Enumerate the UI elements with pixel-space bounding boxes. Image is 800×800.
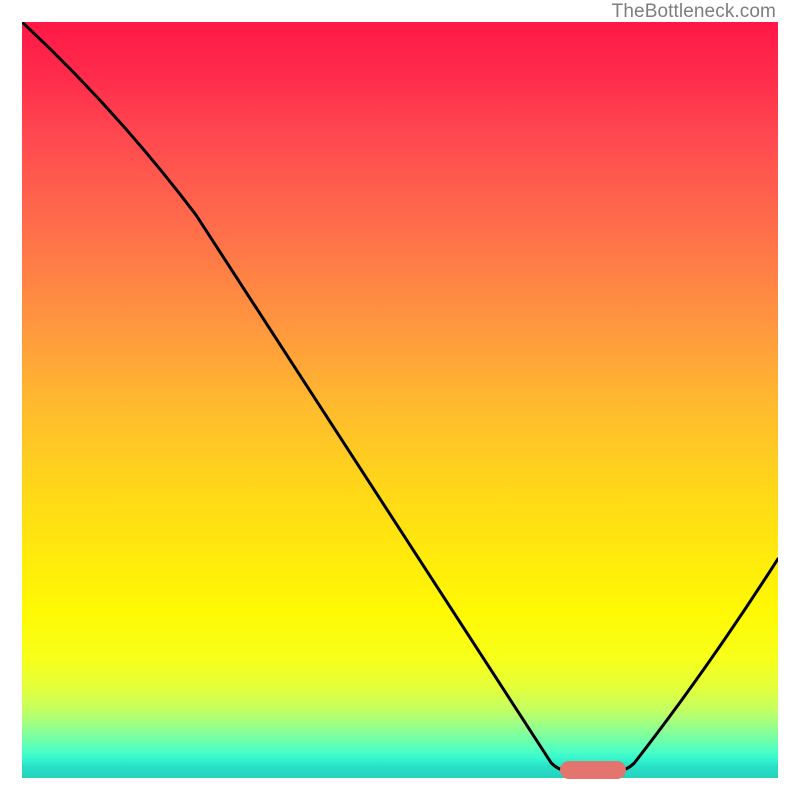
chart-plot-area — [22, 22, 778, 778]
attribution-text: TheBottleneck.com — [612, 1, 776, 23]
chart-background-gradient — [22, 22, 778, 778]
optimal-range-marker — [560, 761, 627, 779]
